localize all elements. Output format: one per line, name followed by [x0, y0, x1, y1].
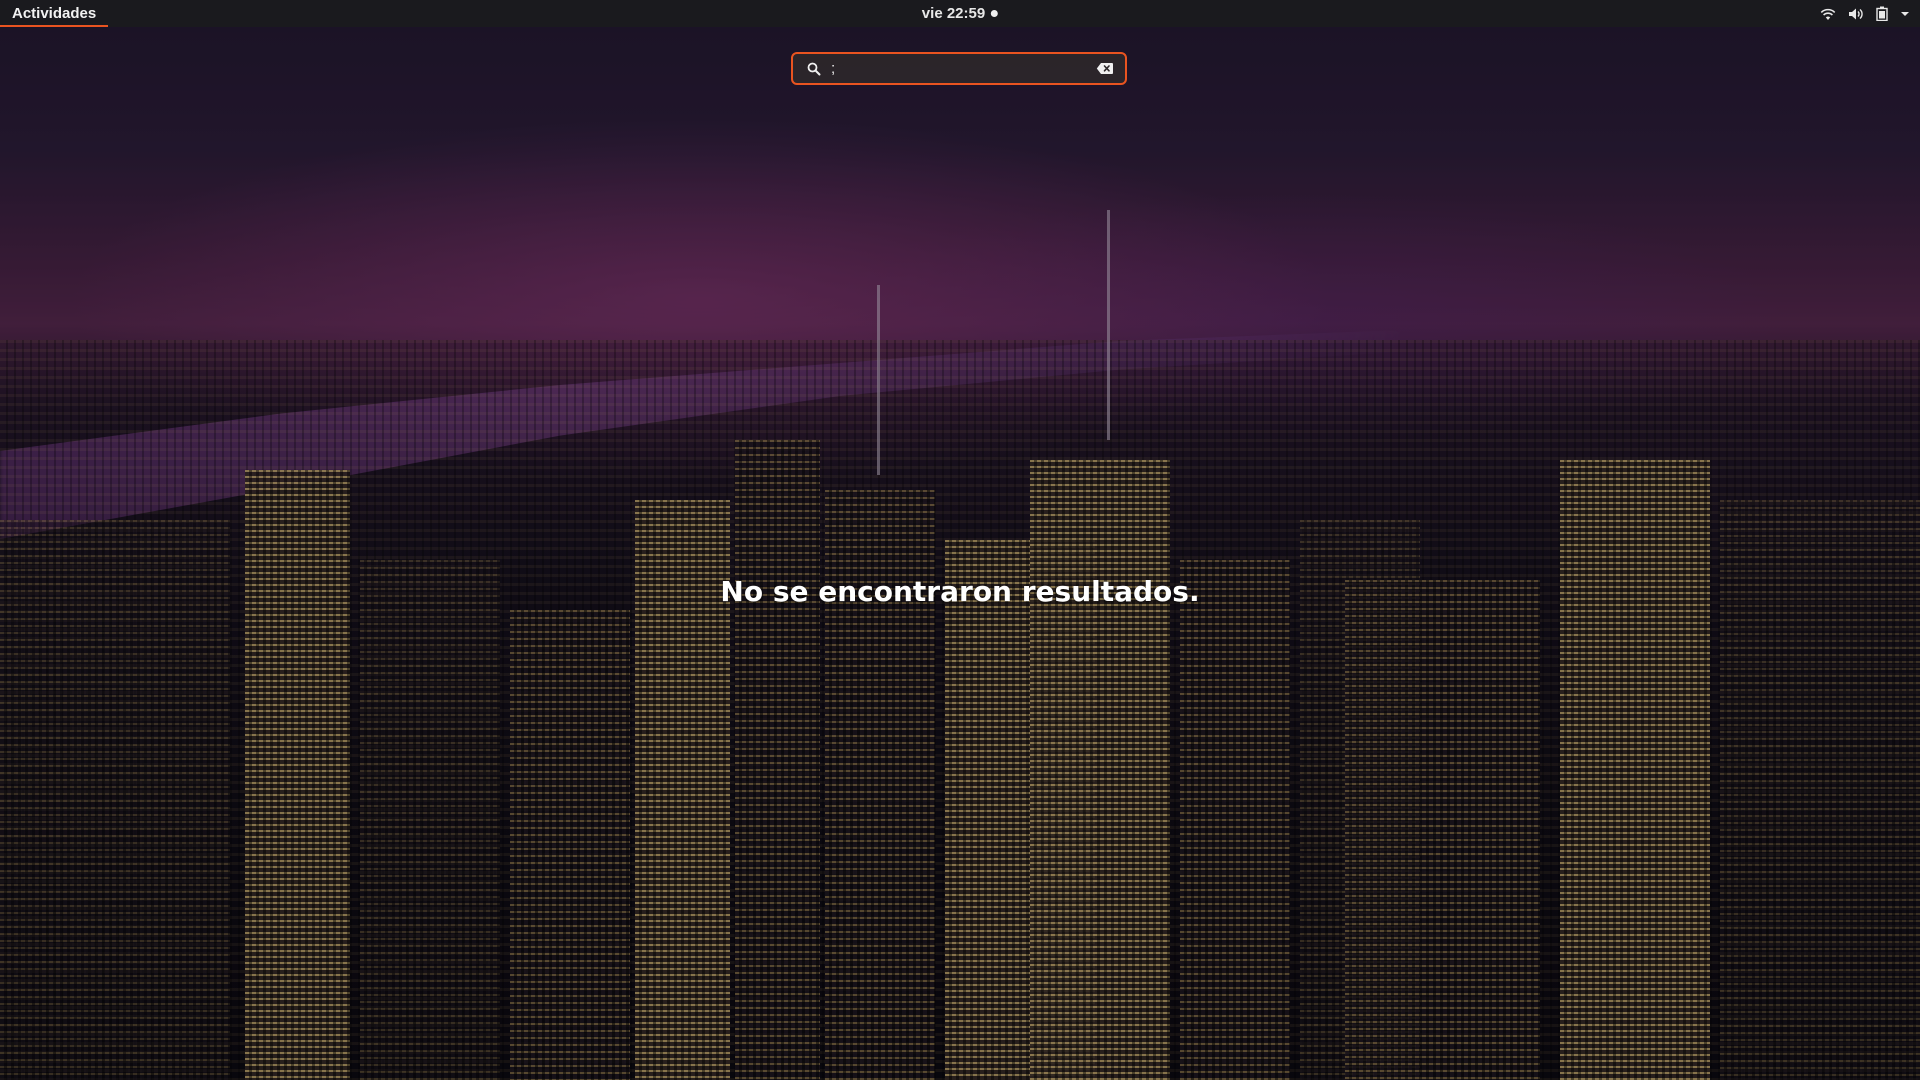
top-bar: Actividades vie 22:59 [0, 0, 1920, 27]
search-box[interactable] [791, 52, 1127, 85]
clear-search-icon[interactable] [1095, 60, 1115, 78]
overview-dim-layer [0, 0, 1920, 1080]
chevron-down-icon [1900, 10, 1910, 18]
system-tray[interactable] [1820, 0, 1910, 27]
search-input[interactable] [823, 54, 1095, 83]
no-results-message: No se encontraron resultados. [720, 575, 1200, 608]
volume-icon [1848, 7, 1864, 21]
desktop-overview: Actividades vie 22:59 ; No se encontraro… [0, 0, 1920, 1080]
wifi-icon [1820, 7, 1836, 21]
search-icon [805, 60, 823, 78]
activities-button[interactable]: Actividades [0, 0, 109, 27]
clock-label: vie 22:59 [921, 5, 986, 22]
notification-dot-icon [991, 10, 999, 17]
clock-button[interactable]: vie 22:59 [921, 0, 999, 27]
battery-icon [1876, 6, 1888, 21]
